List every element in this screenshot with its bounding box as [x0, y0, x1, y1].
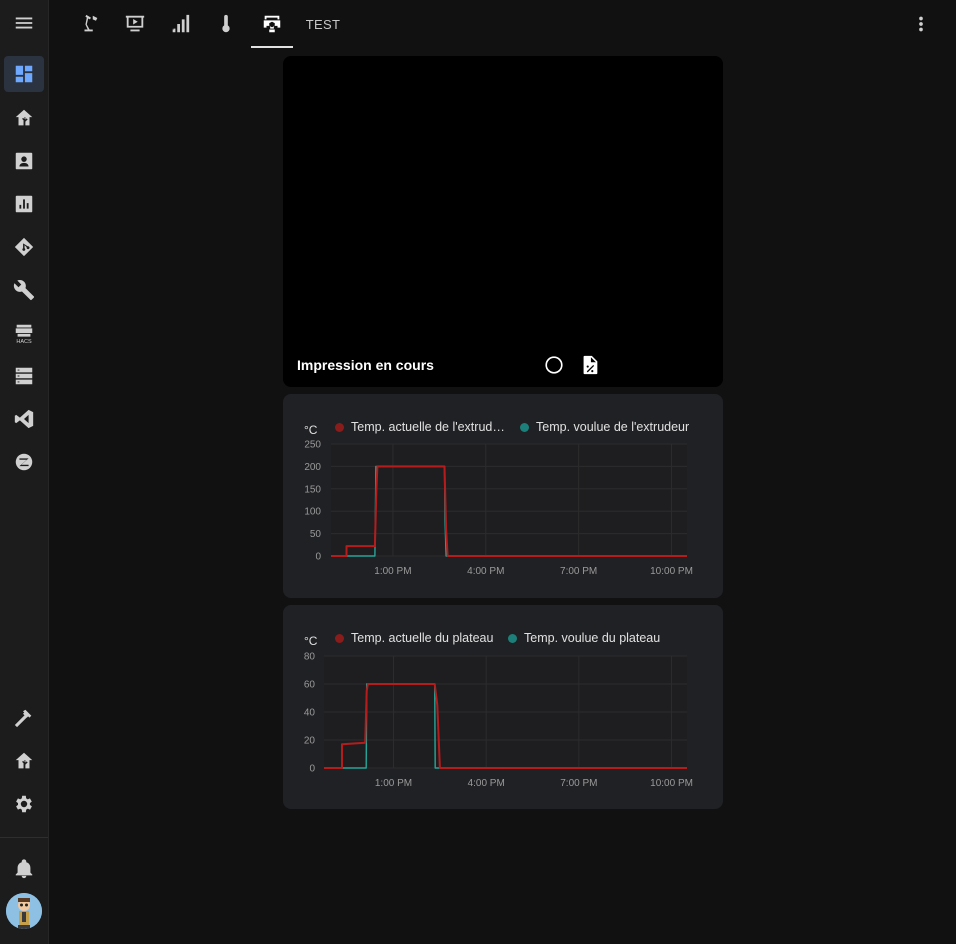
svg-text:HACS: HACS	[16, 339, 32, 344]
sidebar: HACS	[0, 0, 49, 944]
x-tick-label: 4:00 PM	[468, 778, 505, 789]
git-icon	[14, 237, 34, 257]
projector-screen-icon	[125, 15, 145, 32]
avatar[interactable]	[6, 893, 42, 929]
tab-test[interactable]: TEST	[300, 0, 346, 48]
bed-temperature-chart[interactable]: 80 60 40 20 0 1:00 PM 4:00 PM 7:00 PM 10:00 PM	[283, 605, 723, 809]
x-tick-label: 4:00 PM	[467, 566, 504, 577]
tab-3d-printer[interactable]	[251, 0, 293, 48]
sidebar-item-developer-tools[interactable]	[4, 700, 44, 736]
y-tick-label: 60	[304, 680, 316, 691]
circle-outline-icon[interactable]	[543, 354, 565, 376]
bed-chart-card: °C Temp. actuelle du plateau Temp. voulu…	[283, 605, 723, 809]
sidebar-divider	[0, 837, 48, 838]
y-tick-label: 80	[304, 652, 316, 663]
y-tick-label: 40	[304, 708, 316, 719]
top-bar: TEST	[49, 0, 956, 48]
x-tick-label: 7:00 PM	[560, 566, 597, 577]
sidebar-item-settings[interactable]	[4, 786, 44, 822]
tab-media[interactable]	[114, 0, 156, 48]
x-tick-label: 10:00 PM	[650, 566, 693, 577]
tab-test-label: TEST	[305, 16, 341, 32]
sidebar-item-zigbee[interactable]	[4, 444, 44, 480]
home-assistant-icon	[15, 752, 33, 769]
cog-icon	[16, 795, 32, 813]
thermometer-icon	[222, 14, 230, 33]
extruder-chart-card: °C Temp. actuelle de l'extrud… Temp. vou…	[283, 394, 723, 598]
x-tick-label: 1:00 PM	[375, 778, 412, 789]
desk-lamp-icon	[84, 14, 98, 32]
y-tick-label: 250	[304, 440, 321, 451]
view-dashboard-icon	[15, 65, 33, 83]
tab-temperature[interactable]	[205, 0, 247, 48]
sidebar-item-server[interactable]	[4, 358, 44, 394]
plot-background	[331, 444, 687, 556]
y-tick-label: 200	[304, 462, 321, 473]
y-tick-label: 100	[304, 507, 321, 518]
sidebar-item-git[interactable]	[4, 229, 44, 265]
hammer-icon	[14, 709, 32, 728]
home-assistant-icon	[15, 109, 33, 126]
x-tick-label: 7:00 PM	[560, 778, 597, 789]
sidebar-item-home[interactable]	[4, 100, 44, 136]
account-box-icon	[15, 152, 33, 170]
menu-icon	[15, 17, 33, 29]
sidebar-item-supervisor[interactable]	[4, 743, 44, 779]
x-tick-label: 10:00 PM	[650, 778, 693, 789]
sidebar-item-vscode[interactable]	[4, 401, 44, 437]
y-tick-label: 0	[315, 552, 321, 563]
sidebar-item-overview[interactable]	[4, 56, 44, 92]
y-tick-label: 20	[304, 736, 316, 747]
camera-card[interactable]: Impression en cours	[283, 56, 723, 387]
sidebar-item-hacs[interactable]: HACS	[4, 315, 44, 351]
bell-icon	[15, 859, 33, 879]
chart-box-icon	[15, 195, 33, 213]
server-icon	[15, 367, 33, 385]
wrench-icon	[13, 280, 35, 301]
printer-3d-icon	[263, 15, 281, 33]
y-tick-label: 0	[309, 764, 315, 775]
tab-lights[interactable]	[69, 0, 111, 48]
overflow-menu-button[interactable]	[909, 0, 933, 48]
x-tick-label: 1:00 PM	[374, 566, 411, 577]
vscode-icon	[14, 409, 34, 429]
notifications-button[interactable]	[4, 851, 44, 887]
sidebar-item-tools[interactable]	[4, 272, 44, 308]
plot-area	[331, 444, 687, 556]
y-tick-label: 150	[304, 484, 321, 495]
zigbee-icon	[15, 453, 33, 471]
sidebar-item-people[interactable]	[4, 143, 44, 179]
y-tick-label: 50	[310, 529, 322, 540]
dots-vertical-icon	[919, 16, 923, 32]
signal-bars-icon	[172, 14, 190, 33]
user-avatar-icon	[6, 893, 42, 929]
sidebar-item-history[interactable]	[4, 186, 44, 222]
extruder-temperature-chart[interactable]: 250 200 150 100 50 0 1:00 PM 4:00 PM 7:00 PM 10:0…	[283, 394, 723, 598]
hacs-icon: HACS	[15, 324, 33, 344]
tab-network[interactable]	[159, 0, 201, 48]
file-percent-icon[interactable]	[579, 354, 601, 376]
camera-title: Impression en cours	[297, 357, 434, 373]
menu-toggle-button[interactable]	[4, 5, 44, 41]
